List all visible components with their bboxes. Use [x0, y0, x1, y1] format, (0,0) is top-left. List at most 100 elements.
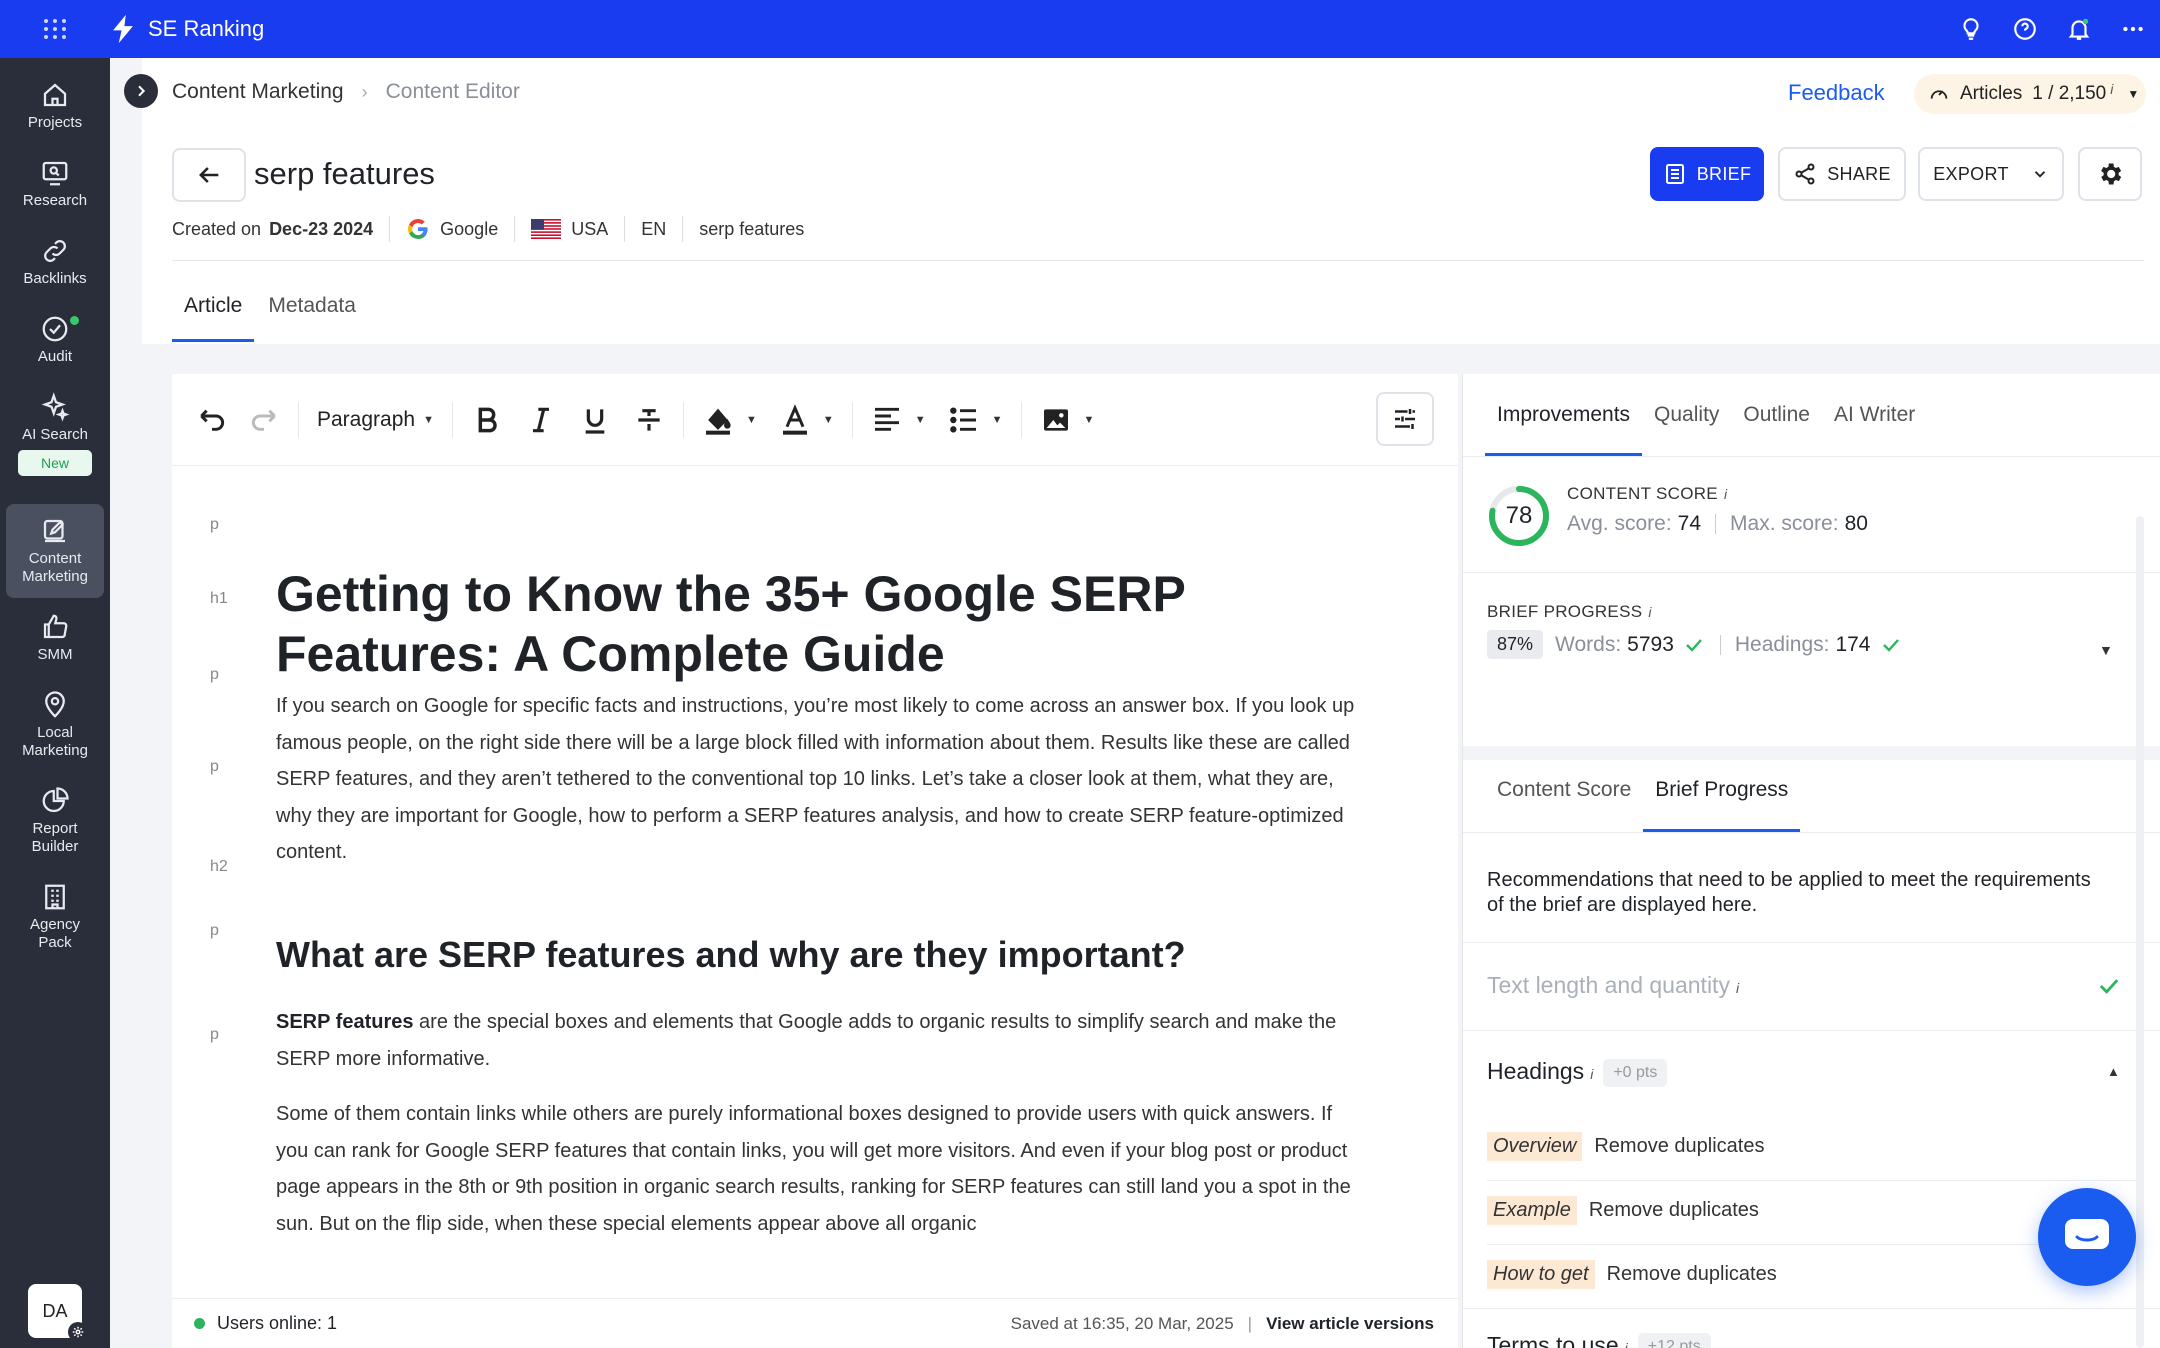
heading-action: Remove duplicates — [1588, 1199, 1759, 1221]
heading-tag: Overview — [1487, 1132, 1583, 1161]
check-icon — [1882, 638, 1899, 652]
redo-icon — [251, 409, 276, 431]
article-paragraph[interactable]: If you search on Google for specific fac… — [276, 688, 1366, 871]
help-icon[interactable] — [1998, 0, 2052, 58]
sidebar-item-local-marketing[interactable]: Local Marketing — [6, 690, 104, 760]
articles-count: 1 / 2,150 — [2032, 83, 2107, 104]
info-icon[interactable]: i — [1724, 486, 1727, 502]
document-title[interactable]: serp features — [254, 156, 435, 192]
info-icon[interactable]: i — [1625, 1340, 1628, 1348]
tab-improvements[interactable]: Improvements — [1485, 374, 1643, 456]
insert-image-button[interactable]: ▼ — [1040, 398, 1094, 442]
section-terms-to-use[interactable]: Terms to use i +12 pts — [1487, 1332, 1711, 1348]
section-text-length[interactable]: Text length and quantity i — [1487, 972, 1739, 999]
articles-label: Articles — [1960, 83, 2023, 104]
bell-icon[interactable] — [2052, 0, 2106, 58]
undo-button[interactable] — [196, 398, 228, 442]
avg-score: 74 — [1677, 512, 1702, 535]
strikethrough-icon — [638, 408, 660, 431]
article-paragraph[interactable]: SERP features are the special boxes and … — [276, 1004, 1366, 1077]
article-paragraph[interactable]: Some of them contain links while others … — [276, 1096, 1366, 1242]
caret-down-icon: ▼ — [423, 413, 434, 426]
caret-down-icon: ▼ — [914, 413, 926, 426]
brief-progress-summary: 87% Words: 5793 Headings: 174 — [1487, 630, 1903, 659]
brand-logo[interactable]: SE Ranking — [106, 12, 264, 46]
info-icon[interactable]: i — [1648, 604, 1651, 620]
image-icon — [1043, 408, 1068, 431]
tab-outline[interactable]: Outline — [1731, 374, 1822, 456]
heading-recommendation[interactable]: Overview Remove duplicates — [1487, 1132, 1764, 1161]
avatar[interactable]: DA — [28, 1284, 88, 1342]
export-button-label: EXPORT — [1933, 163, 2009, 184]
brief-button[interactable]: BRIEF — [1650, 147, 1764, 201]
bold-button[interactable] — [471, 398, 503, 442]
sidebar-collapse-button[interactable] — [124, 74, 158, 108]
chevron-right-icon — [138, 85, 146, 97]
underline-button[interactable] — [579, 398, 611, 442]
info-icon[interactable]: i — [2110, 81, 2113, 97]
feedback-link[interactable]: Feedback — [1788, 80, 1885, 106]
more-icon[interactable] — [2106, 0, 2160, 58]
brand-name: SE Ranking — [148, 16, 265, 41]
export-button[interactable]: EXPORT — [1918, 147, 2064, 201]
heading-action: Remove duplicates — [1606, 1263, 1777, 1285]
sidebar-item-audit[interactable]: Audit — [6, 314, 104, 366]
view-versions-link[interactable]: View article versions — [1266, 1314, 1434, 1334]
expand-caret-icon[interactable]: ▼ — [2099, 642, 2113, 658]
sidebar-item-agency-pack[interactable]: Agency Pack — [6, 882, 104, 952]
tab-quality[interactable]: Quality — [1642, 374, 1731, 456]
tab-content-score[interactable]: Content Score — [1485, 764, 1643, 832]
gear-icon — [2101, 163, 2122, 185]
caret-down-icon: ▼ — [991, 413, 1003, 426]
align-button[interactable]: ▼ — [871, 398, 926, 442]
editor-settings-button[interactable] — [1376, 392, 1434, 446]
sidebar-item-smm[interactable]: SMM — [6, 612, 104, 664]
section-headings[interactable]: Headings i +0 pts — [1487, 1058, 1668, 1087]
collapse-caret-icon[interactable]: ▲ — [2107, 1064, 2120, 1079]
sidebar-item-research[interactable]: Research — [6, 158, 104, 210]
article-h2[interactable]: What are SERP features and why are they … — [276, 934, 1186, 976]
list-button[interactable]: ▼ — [948, 398, 1003, 442]
breadcrumb-content-marketing[interactable]: Content Marketing — [172, 80, 344, 104]
sidebar-item-content-marketing[interactable]: Content Marketing — [6, 504, 104, 598]
block-format-dropdown[interactable]: Paragraph ▼ — [317, 398, 434, 442]
recommendations-description: Recommendations that need to be applied … — [1487, 869, 2091, 916]
bolt-logo-icon — [113, 14, 133, 44]
lightbulb-icon[interactable] — [1944, 0, 1998, 58]
highlight-color-button[interactable]: ▼ — [702, 398, 757, 442]
sidebar-item-backlinks[interactable]: Backlinks — [6, 236, 104, 288]
tab-article[interactable]: Article — [172, 286, 255, 342]
redo-button[interactable] — [248, 398, 280, 442]
italic-button[interactable] — [525, 398, 557, 442]
tab-metadata[interactable]: Metadata — [256, 286, 368, 342]
tab-brief-progress[interactable]: Brief Progress — [1643, 764, 1801, 832]
text-color-icon — [782, 403, 807, 435]
home-icon — [43, 83, 67, 107]
heading-recommendation[interactable]: How to get Remove duplicates — [1487, 1260, 1777, 1289]
google-icon — [408, 219, 428, 240]
sidebar-item-projects[interactable]: Projects — [6, 80, 104, 132]
editor-content[interactable]: p h1 Getting to Know the 35+ Google SERP… — [172, 466, 1458, 1298]
sidebar-item-report-builder[interactable]: Report Builder — [6, 786, 104, 856]
chat-support-button[interactable] — [2038, 1188, 2136, 1286]
panel-scrollbar[interactable] — [2136, 516, 2144, 1348]
tab-ai-writer[interactable]: AI Writer — [1822, 374, 1927, 456]
info-icon[interactable]: i — [1590, 1066, 1593, 1082]
strikethrough-button[interactable] — [633, 398, 665, 442]
info-icon[interactable]: i — [1736, 980, 1739, 996]
bold-term: SERP features — [276, 1011, 414, 1033]
text-color-button[interactable]: ▼ — [779, 398, 834, 442]
apps-grid-icon[interactable] — [40, 14, 70, 44]
back-button[interactable] — [172, 148, 246, 202]
edit-icon — [43, 519, 65, 543]
sparkle-icon — [41, 392, 70, 422]
share-button[interactable]: SHARE — [1778, 147, 1906, 201]
sidebar-item-label: Research — [22, 192, 88, 209]
heading-recommendation[interactable]: Example Remove duplicates — [1487, 1196, 1759, 1225]
brief-progress-label: BRIEF PROGRESS i — [1487, 602, 1652, 621]
settings-button[interactable] — [2078, 147, 2142, 201]
sidebar-item-ai-search[interactable]: AI Search New — [6, 392, 104, 476]
heading-action: Remove duplicates — [1594, 1135, 1765, 1157]
articles-quota-dropdown[interactable]: Articles 1 / 2,150 i ▼ — [1914, 74, 2146, 114]
article-h1[interactable]: Getting to Know the 35+ Google SERP Feat… — [276, 564, 1376, 684]
